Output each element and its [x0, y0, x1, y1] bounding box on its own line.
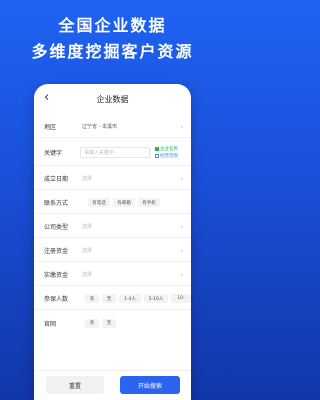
chip-insured-yes[interactable]: 有 [85, 294, 99, 303]
chip-website-yes[interactable]: 有 [85, 318, 99, 328]
keyword-option-company-name[interactable]: 企业名称 [155, 146, 178, 153]
phone-frame: ‹ 企业数据 地区 辽宁省 - 本溪市 › 关键字 请输入关键字 企业名称 经营… [34, 84, 191, 400]
established-row[interactable]: 成立日期 选择 › [34, 168, 191, 190]
paid-capital-placeholder: 选择 [82, 272, 93, 278]
insured-row: 参保人数 有 无 1-4人 5-10人 10- [34, 288, 191, 310]
insured-label: 参保人数 [44, 296, 69, 303]
region-label: 地区 [44, 124, 57, 131]
reg-capital-label: 注册资金 [44, 248, 69, 255]
keyword-scope: 企业名称 经营范围 [155, 146, 178, 160]
chip-insured-no[interactable]: 无 [102, 294, 116, 303]
region-value: 辽宁省 - 本溪市 [82, 124, 117, 130]
chip-has-mobile[interactable]: 有手机 [138, 198, 160, 207]
region-row[interactable]: 地区 辽宁省 - 本溪市 › [34, 116, 191, 138]
chip-has-phone[interactable]: 有电话 [88, 198, 110, 207]
company-type-row[interactable]: 公司类型 选择 › [34, 216, 191, 238]
keyword-row: 关键字 请输入关键字 企业名称 经营范围 [34, 140, 191, 166]
established-placeholder: 选择 [82, 176, 93, 182]
paid-capital-label: 实缴资金 [44, 272, 69, 279]
company-type-placeholder: 选择 [82, 224, 93, 230]
page-title: 企业数据 [96, 94, 129, 104]
reg-capital-placeholder: 选择 [82, 248, 93, 254]
chip-insured-10-plus[interactable]: 10- [171, 294, 191, 303]
keyword-option-business-scope[interactable]: 经营范围 [155, 153, 178, 160]
checkbox-icon [155, 154, 159, 158]
chevron-right-icon: › [180, 222, 183, 231]
promo-line-2: 多维度挖掘客户资源 [31, 42, 194, 61]
chevron-right-icon: › [180, 246, 183, 255]
nav-bar: ‹ 企业数据 [34, 84, 191, 114]
start-search-button[interactable]: 开始搜索 [120, 376, 180, 394]
paid-capital-row[interactable]: 实缴资金 选择 › [34, 264, 191, 286]
chip-insured-1-4[interactable]: 1-4人 [119, 294, 141, 303]
back-icon[interactable]: ‹ [44, 90, 49, 105]
reset-button[interactable]: 重置 [46, 376, 104, 394]
keyword-input[interactable]: 请输入关键字 [80, 147, 150, 158]
website-row: 官网 有 无 [34, 312, 191, 334]
contact-label: 联系方式 [44, 200, 69, 207]
chip-insured-5-10[interactable]: 5-10人 [144, 294, 168, 303]
chip-website-no[interactable]: 无 [102, 318, 116, 328]
checkbox-checked-icon [155, 147, 159, 151]
chevron-right-icon: › [180, 122, 183, 131]
chevron-right-icon: › [180, 174, 183, 183]
bottom-action-bar: 重置 开始搜索 [34, 370, 191, 400]
keyword-label: 关键字 [44, 150, 63, 157]
company-type-label: 公司类型 [44, 224, 69, 231]
chevron-right-icon: › [180, 270, 183, 279]
reg-capital-row[interactable]: 注册资金 选择 › [34, 240, 191, 262]
website-label: 官网 [44, 320, 57, 328]
promo-line-1: 全国企业数据 [58, 16, 167, 35]
chip-has-email[interactable]: 有邮箱 [113, 198, 135, 207]
contact-row: 联系方式 有电话 有邮箱 有手机 [34, 192, 191, 214]
established-label: 成立日期 [44, 176, 69, 183]
